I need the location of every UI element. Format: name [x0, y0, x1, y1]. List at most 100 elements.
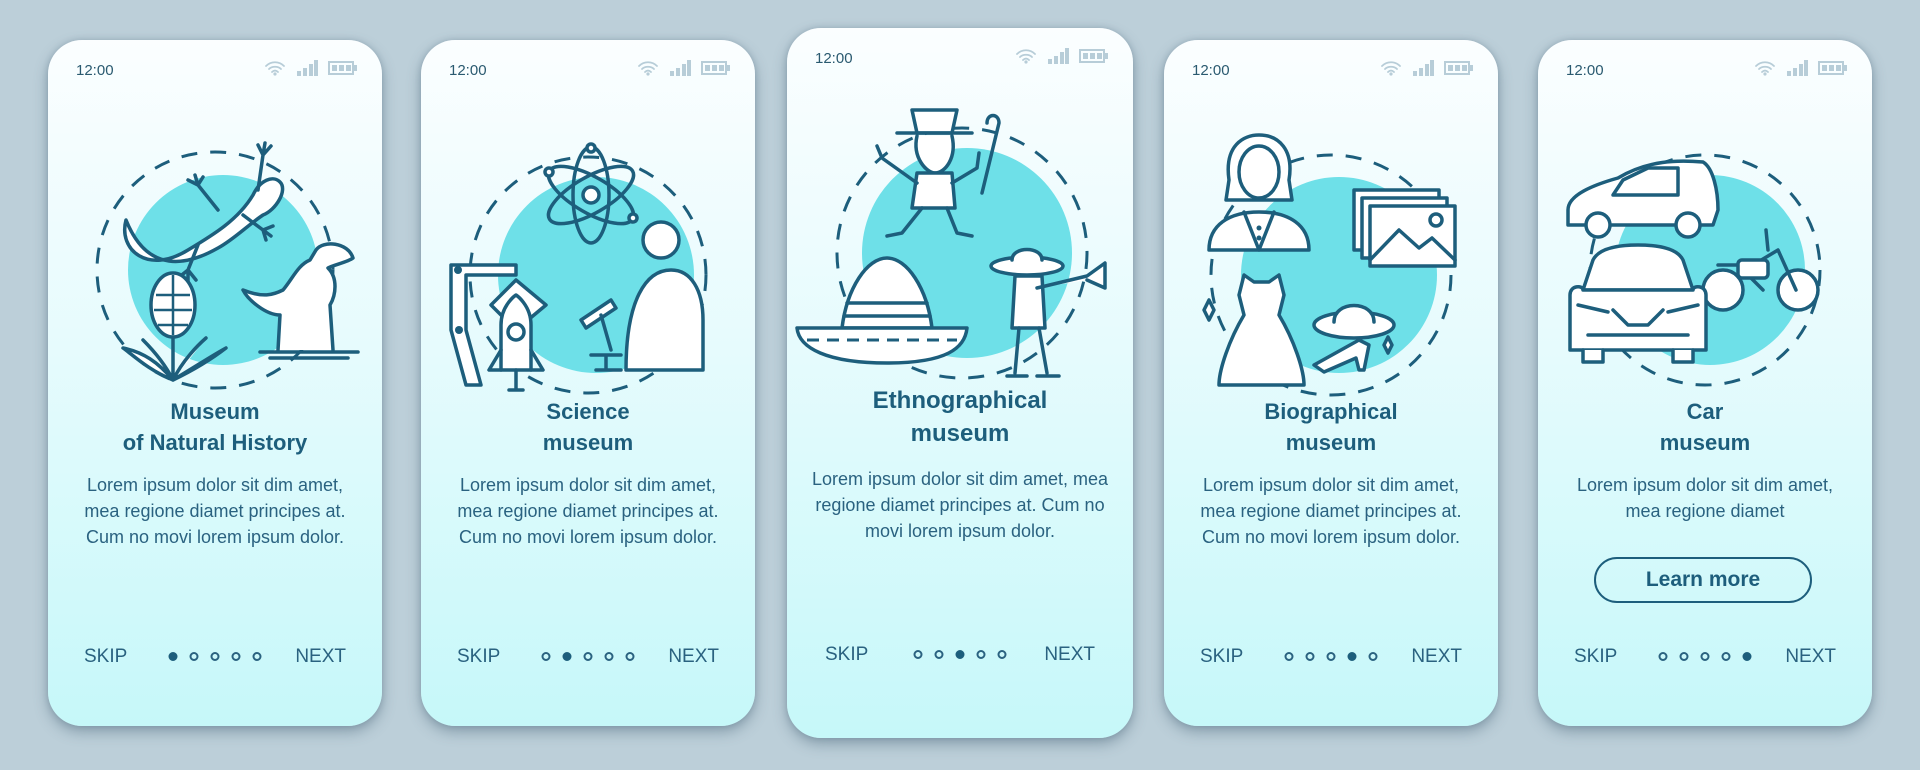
next-button[interactable]: NEXT — [1785, 646, 1836, 668]
pagination-dots — [168, 652, 262, 661]
page-indicator[interactable] — [1700, 652, 1710, 661]
page-indicator[interactable] — [1305, 652, 1315, 661]
pagination-dots — [1284, 652, 1378, 661]
page-indicator[interactable] — [604, 652, 614, 661]
page-indicator[interactable] — [252, 652, 262, 661]
card-title: Museum of Natural History — [58, 396, 372, 458]
status-bar: 12:00 — [449, 60, 731, 82]
card-description: Lorem ipsum dolor sit dim amet, mea regi… — [84, 475, 346, 547]
title-line-2: museum — [910, 420, 1010, 447]
title-line-1: Science — [546, 399, 630, 424]
status-time: 12:00 — [1192, 62, 1230, 79]
next-button[interactable]: NEXT — [1044, 644, 1095, 666]
skip-button[interactable]: SKIP — [825, 644, 868, 666]
page-indicator[interactable] — [1658, 652, 1668, 661]
status-bar: 12:00 — [1566, 60, 1848, 82]
title-line-2: of Natural History — [122, 430, 308, 455]
status-time: 12:00 — [76, 62, 114, 79]
page-indicator[interactable] — [625, 652, 635, 661]
card-title: Car museum — [1548, 396, 1862, 458]
photos-icon — [1352, 188, 1457, 268]
wifi-icon — [1380, 60, 1402, 76]
battery-icon — [328, 60, 358, 76]
onboarding-nav: SKIP NEXT — [48, 642, 382, 672]
status-bar: 12:00 — [815, 48, 1109, 70]
card-title: Ethnographical museum — [797, 384, 1123, 450]
illustration — [48, 100, 382, 400]
skip-button[interactable]: SKIP — [1574, 646, 1617, 668]
status-time: 12:00 — [815, 50, 853, 67]
card-title: Biographical museum — [1174, 396, 1488, 458]
page-indicator[interactable] — [231, 652, 241, 661]
onboarding-nav: SKIP NEXT — [787, 640, 1133, 670]
pagination-dots — [541, 652, 635, 661]
wifi-icon — [637, 60, 659, 76]
status-time: 12:00 — [1566, 62, 1604, 79]
status-icons — [1015, 48, 1109, 64]
page-indicator-active[interactable] — [168, 652, 178, 661]
page-indicator[interactable] — [997, 650, 1007, 659]
page-indicator[interactable] — [913, 650, 923, 659]
battery-icon — [1079, 48, 1109, 64]
sparkle-icon — [1202, 298, 1216, 322]
signal-icon — [1412, 60, 1434, 76]
signal-icon — [1047, 48, 1069, 64]
onboarding-card-biographical: 12:00 Biographical museum Lorem ipsum do… — [1164, 40, 1498, 726]
onboarding-nav: SKIP NEXT — [1164, 642, 1498, 672]
page-indicator[interactable] — [1326, 652, 1336, 661]
title-line-1: Biographical — [1264, 399, 1398, 424]
title-line-1: Ethnographical — [872, 387, 1048, 414]
page-indicator-active[interactable] — [1347, 652, 1357, 661]
sedan-front-icon — [1568, 243, 1708, 364]
battery-icon — [1444, 60, 1474, 76]
title-line-2: museum — [542, 430, 634, 455]
title-line-2: museum — [1285, 430, 1377, 455]
next-button[interactable]: NEXT — [295, 646, 346, 668]
page-indicator[interactable] — [976, 650, 986, 659]
status-bar: 12:00 — [76, 60, 358, 82]
title-line-1: Car — [1686, 399, 1724, 424]
card-description: Lorem ipsum dolor sit dim amet, mea regi… — [1200, 475, 1462, 547]
signal-icon — [669, 60, 691, 76]
page-indicator[interactable] — [934, 650, 944, 659]
status-bar: 12:00 — [1192, 60, 1474, 82]
illustration — [1538, 100, 1872, 400]
wifi-icon — [1754, 60, 1776, 76]
status-icons — [637, 60, 731, 76]
skip-button[interactable]: SKIP — [457, 646, 500, 668]
status-icons — [1380, 60, 1474, 76]
page-indicator-active[interactable] — [562, 652, 572, 661]
page-indicator[interactable] — [583, 652, 593, 661]
next-button[interactable]: NEXT — [668, 646, 719, 668]
title-line-2: museum — [1659, 430, 1751, 455]
signal-icon — [296, 60, 318, 76]
page-indicator[interactable] — [1284, 652, 1294, 661]
status-icons — [264, 60, 358, 76]
pagination-dots — [913, 650, 1007, 659]
next-button[interactable]: NEXT — [1411, 646, 1462, 668]
illustration — [421, 100, 755, 400]
signal-icon — [1786, 60, 1808, 76]
illustration — [787, 88, 1133, 388]
onboarding-nav: SKIP NEXT — [1538, 642, 1872, 672]
illustration — [1164, 100, 1498, 400]
battery-icon — [701, 60, 731, 76]
card-description: Lorem ipsum dolor sit dim amet, mea regi… — [811, 469, 1109, 541]
wifi-icon — [1015, 48, 1037, 64]
page-indicator-active[interactable] — [1742, 652, 1752, 661]
page-indicator[interactable] — [210, 652, 220, 661]
page-indicator[interactable] — [541, 652, 551, 661]
skip-button[interactable]: SKIP — [84, 646, 127, 668]
title-line-1: Museum — [170, 399, 260, 424]
onboarding-card-ethnographical: 12:00 Ethnographical museum Lorem ipsum … — [787, 28, 1133, 738]
learn-more-button[interactable]: Learn more — [1594, 557, 1812, 603]
page-indicator[interactable] — [1368, 652, 1378, 661]
card-description: Lorem ipsum dolor sit dim amet, mea regi… — [1576, 475, 1834, 521]
page-indicator[interactable] — [189, 652, 199, 661]
page-indicator[interactable] — [1679, 652, 1689, 661]
skip-button[interactable]: SKIP — [1200, 646, 1243, 668]
wifi-icon — [264, 60, 286, 76]
page-indicator-active[interactable] — [955, 650, 965, 659]
onboarding-card-science: 12:00 Science museum Lorem ipsum dolor s… — [421, 40, 755, 726]
page-indicator[interactable] — [1721, 652, 1731, 661]
